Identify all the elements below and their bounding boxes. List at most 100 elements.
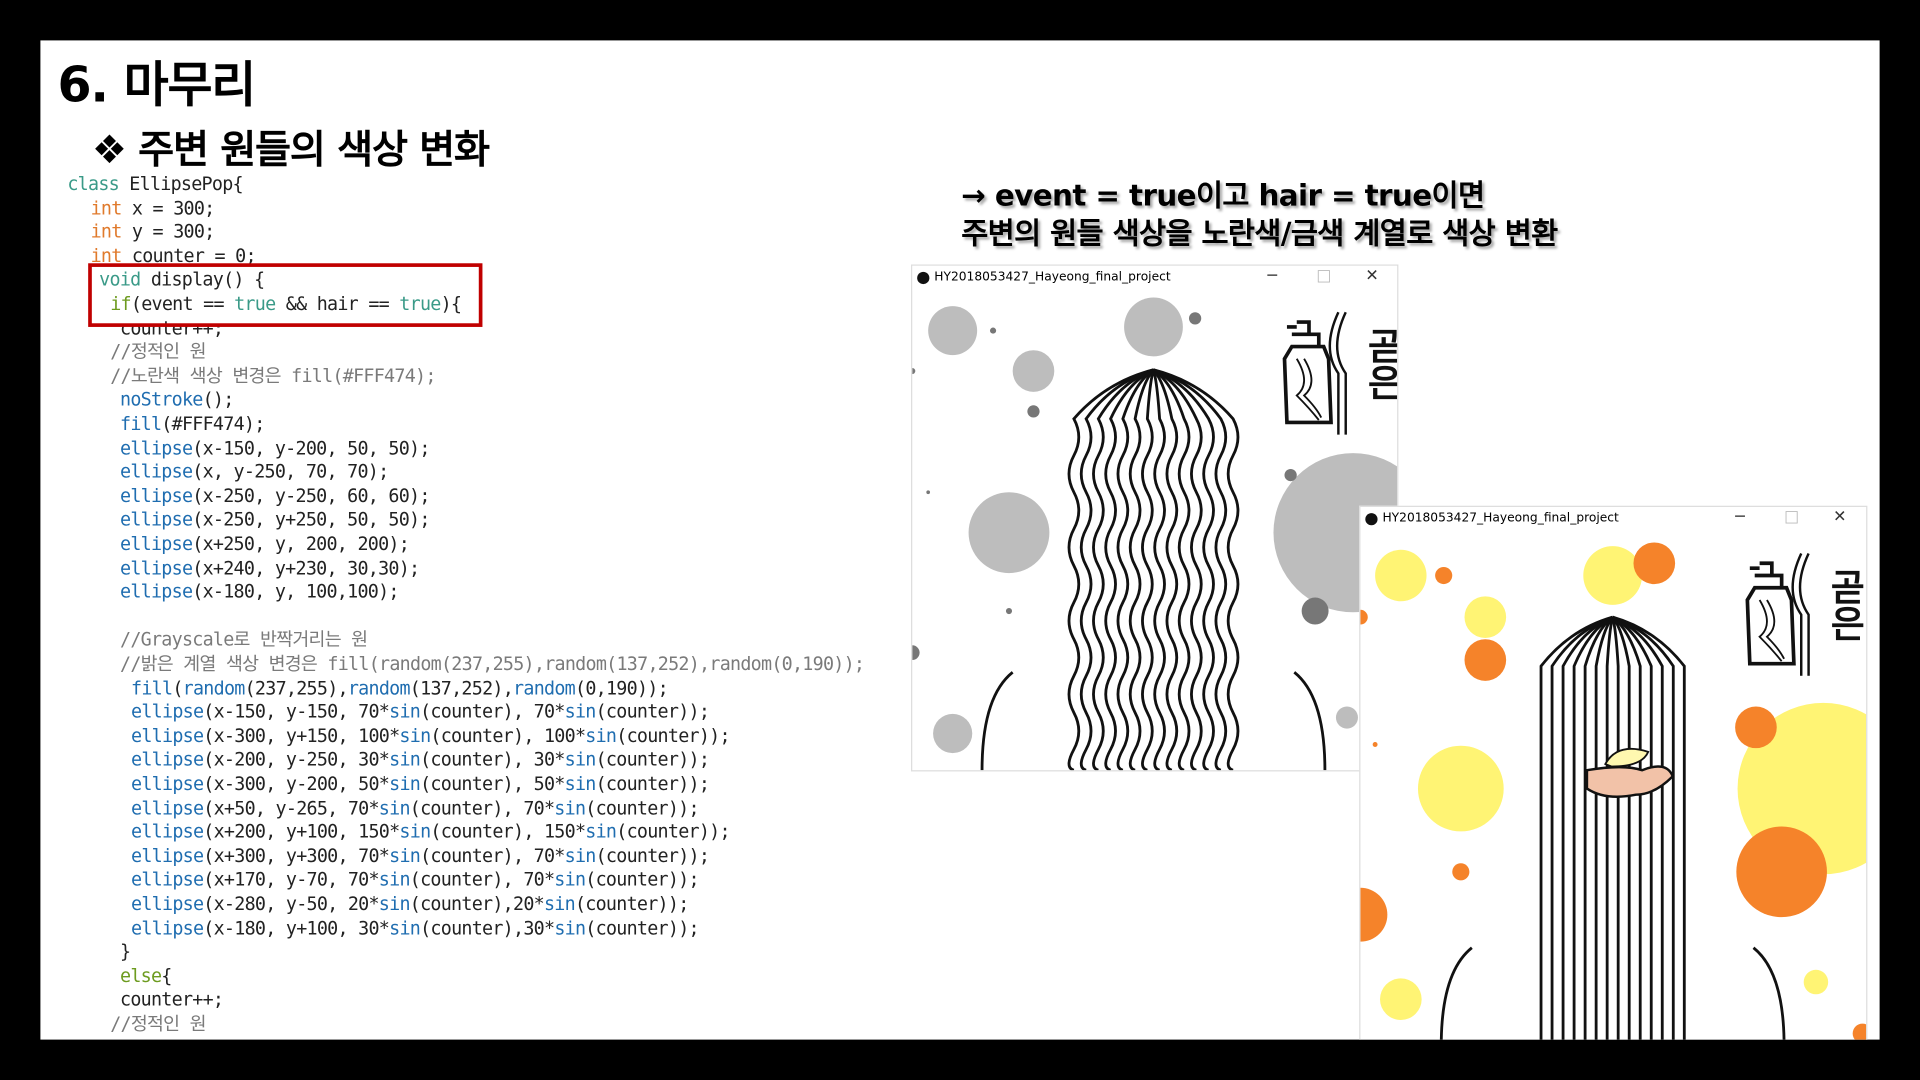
code-token: ellipse [131, 724, 204, 747]
hair-strand [1611, 616, 1631, 1040]
code-line: //정적인 원 [110, 1013, 206, 1036]
window-title: HY2018053427_Hayeong_final_project [1382, 511, 1619, 526]
code-token: ellipse [120, 436, 193, 459]
code-token: random [182, 676, 246, 699]
minimize-button[interactable]: ─ [1735, 508, 1745, 526]
code-token: (counter)); [585, 916, 699, 939]
code-token: sin [378, 796, 411, 819]
code-token: sin [389, 916, 421, 939]
code-token: sin [564, 748, 597, 771]
window-titlebar[interactable]: HY2018053427_Hayeong_final_project ─ □ ✕ [912, 265, 1398, 291]
code-token: sin [389, 772, 421, 795]
code-token: ellipse [131, 748, 204, 771]
code-token: ellipse [120, 484, 193, 507]
logo-text: 곧은 [1822, 568, 1865, 642]
close-button[interactable]: ✕ [1365, 267, 1378, 285]
code-token: (counter), 100* [430, 724, 586, 747]
shampoo-logo: 곧은 [1738, 541, 1865, 676]
circle [1435, 566, 1453, 585]
code-token: sin [389, 844, 421, 867]
code-token: sin [389, 700, 421, 723]
code-token: sin [554, 868, 586, 891]
maximize-button[interactable]: □ [1784, 508, 1799, 526]
sketch-window-color: HY2018053427_Hayeong_final_project ─ □ ✕ [1359, 505, 1868, 1040]
code-token: (x+200, y+100, 150* [203, 820, 400, 843]
code-token: (x-300, y+150, 100* [203, 724, 400, 747]
code-token: sin [389, 748, 421, 771]
code-token: (counter), 70* [420, 700, 565, 723]
code-token: //정적인 원 [110, 340, 206, 363]
code-token: (x+240, y+230, 30,30); [192, 556, 420, 579]
minimize-button[interactable]: ─ [1267, 267, 1277, 285]
note-line-2: 주변의 원들 색상을 노란색/금색 계열로 색상 변환 [961, 216, 1558, 252]
code-line: int x = 300; [91, 197, 216, 220]
code-token: (x+170, y-70, 70* [203, 868, 379, 891]
code-token: (counter), 70* [409, 796, 555, 819]
code-token: EllipsePop{ [118, 172, 243, 195]
circle [968, 492, 1050, 574]
straight-hair-illustration [1439, 615, 1786, 1040]
code-token: ellipse [131, 868, 204, 891]
code-token: (counter)); [595, 844, 710, 867]
code-line: //Grayscale로 반짝거리는 원 [120, 629, 368, 652]
code-token: (counter),30* [420, 916, 555, 939]
shoulder-outline [1439, 946, 1786, 1040]
wavy-hair-illustration [980, 368, 1327, 771]
shampoo-bottle-icon [1745, 552, 1810, 676]
code-token: sin [585, 820, 617, 843]
circle [1464, 639, 1507, 681]
code-token: class [67, 172, 119, 195]
circle [1375, 549, 1427, 602]
circle [1736, 826, 1827, 918]
slide: 6. 마무리 ❖ 주변 원들의 색상 변화 class EllipsePop{i… [40, 40, 1880, 1040]
code-line: ellipse(x-300, y+150, 100*sin(counter), … [131, 724, 731, 748]
code-token: ellipse [120, 556, 193, 579]
close-button[interactable]: ✕ [1833, 508, 1846, 526]
maximize-button[interactable]: □ [1316, 267, 1331, 285]
code-token: sin [543, 892, 576, 915]
code-token: (counter), 70* [409, 868, 555, 891]
code-token: (counter), 150* [430, 820, 586, 843]
shoulder-outline [980, 671, 1327, 771]
code-token: ellipse [131, 892, 204, 915]
hair-strand [1612, 615, 1664, 1040]
code-line: //정적인 원 [110, 341, 206, 364]
code-token: ( [172, 676, 183, 699]
code-token: int [90, 220, 123, 243]
presentation-stage: 6. 마무리 ❖ 주변 원들의 색상 변화 class EllipsePop{i… [0, 0, 1920, 1080]
hair-strand [1152, 369, 1166, 771]
code-token: (x-300, y-200, 50* [203, 772, 390, 795]
slide-subtitle: ❖ 주변 원들의 색상 변화 [91, 126, 490, 173]
code-token: ellipse [131, 796, 204, 819]
circle [1735, 706, 1777, 749]
code-line: //노란색 색상 변경은 fill(#FFF474); [110, 365, 436, 388]
window-titlebar[interactable]: HY2018053427_Hayeong_final_project ─ □ ✕ [1360, 506, 1867, 532]
code-token: (counter)); [585, 796, 699, 819]
window-title: HY2018053427_Hayeong_final_project [934, 270, 1171, 285]
hair-strand [1561, 615, 1614, 1040]
circle [1452, 863, 1470, 881]
explanation-note: → event = true이고 hair = true이면 주변의 원들 색상… [961, 178, 1558, 254]
shampoo-bottle-icon [1282, 311, 1347, 435]
hair-strand [1611, 616, 1620, 1040]
code-token: (); [202, 388, 235, 411]
code-token: sin [378, 892, 411, 915]
code-token: ellipse [131, 916, 204, 939]
code-line: ellipse(x-150, y-150, 70*sin(counter), 7… [131, 700, 710, 724]
code-line: else{ [120, 965, 172, 988]
code-token: sin [564, 700, 597, 723]
logo-text: 곧은 [1359, 326, 1399, 401]
code-token: (x+50, y-265, 70* [203, 796, 379, 819]
code-line: //밝은 계열 색상 변경은 fill(random(237,255),rand… [120, 653, 865, 676]
circle [1417, 745, 1504, 832]
code-token: (x+300, y+300, 70* [203, 844, 390, 867]
code-line: ellipse(x-300, y-200, 50*sin(counter), 5… [131, 772, 710, 796]
circle [1803, 969, 1829, 995]
code-token: (x-200, y-250, 30* [203, 748, 390, 771]
code-line: ellipse(x-200, y-250, 30*sin(counter), 3… [131, 748, 710, 772]
code-token: } [120, 940, 131, 963]
code-line: ellipse(x+240, y+230, 30,30); [120, 556, 420, 580]
code-line: counter++; [120, 989, 224, 1012]
code-token: ellipse [131, 772, 204, 795]
highlight-box [88, 263, 483, 327]
